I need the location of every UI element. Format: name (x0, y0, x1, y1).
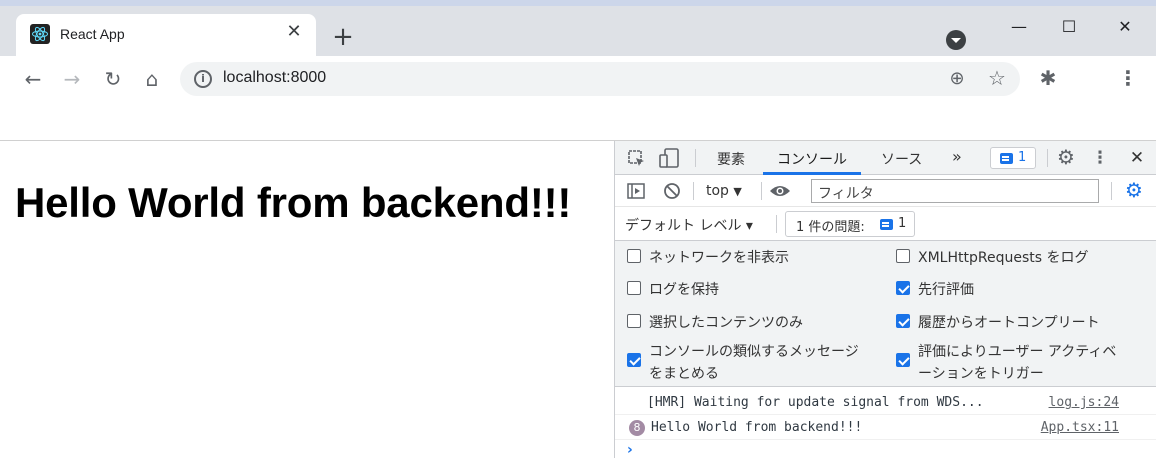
back-icon[interactable]: ← (18, 64, 48, 94)
tab-strip: React App ✕ + — ☐ ✕ (0, 0, 1156, 56)
issues-counter: 1 (1018, 150, 1027, 165)
page-heading: Hello World from backend!!! (15, 179, 572, 226)
setting-label-line-1: 評価によりユーザー アクティベ (918, 344, 1117, 360)
console-levels-bar: デフォルト レベル ▾ 1 件の問題: 1 (615, 207, 1156, 241)
message-text: Hello World from backend!!! (651, 420, 863, 435)
tab-separator (695, 149, 696, 167)
checkbox[interactable] (896, 314, 910, 328)
setting-label-line-1: コンソールの類似するメッセージ (649, 344, 859, 360)
tab-elements[interactable]: 要素 (717, 149, 745, 169)
tab-sources[interactable]: ソース (881, 149, 922, 169)
context-selector[interactable]: top ▼ (706, 183, 742, 199)
setting-label: XMLHttpRequests をログ (918, 250, 1089, 266)
setting-label: 履歴からオートコンプリート (918, 315, 1100, 331)
extensions-icon[interactable]: ✱ (1036, 66, 1060, 90)
inspect-element-icon[interactable] (627, 149, 647, 169)
console-prompt-icon[interactable]: › (627, 442, 633, 458)
reload-icon[interactable]: ↻ (98, 64, 128, 94)
console-message: [HMR] Waiting for update signal from WDS… (615, 390, 1156, 415)
toolbar-separator (776, 215, 777, 233)
repeat-count-badge: 8 (629, 420, 645, 436)
issues-counter-button[interactable]: 1 (990, 147, 1036, 169)
console-settings-gear-icon[interactable]: ⚙ (1123, 180, 1145, 200)
filter-placeholder: フィルタ (818, 186, 874, 202)
site-info-icon[interactable]: i (194, 70, 212, 88)
address-bar[interactable]: i localhost:8000 ⊕ ☆ (180, 62, 1020, 96)
settings-gear-icon[interactable]: ⚙ (1055, 147, 1077, 167)
checkbox[interactable] (627, 249, 641, 263)
devtools-panel: 要素 コンソール ソース » 1 ⚙ ⋮ ✕ top ▼ フィルタ ⚙ デフォル… (614, 141, 1156, 458)
setting-label: 先行評価 (918, 282, 974, 298)
react-logo-icon (30, 24, 50, 44)
more-menu-icon[interactable]: ⋮ (1116, 66, 1140, 90)
checkbox[interactable] (896, 249, 910, 263)
checkbox[interactable] (627, 353, 641, 367)
checkbox[interactable] (627, 281, 641, 295)
setting-label: ネットワークを非表示 (649, 250, 789, 266)
forward-icon[interactable]: → (57, 64, 87, 94)
devtools-menu-icon[interactable]: ⋮ (1091, 148, 1109, 168)
bookmark-star-icon[interactable]: ☆ (986, 67, 1008, 89)
close-window-button[interactable]: ✕ (1102, 12, 1148, 42)
url-text[interactable]: localhost:8000 (223, 69, 326, 87)
setting-label: 選択したコンテンツのみ (649, 315, 803, 331)
message-icon (880, 219, 893, 230)
console-toolbar: top ▼ フィルタ ⚙ (615, 175, 1156, 207)
new-tab-button[interactable]: + (330, 24, 356, 50)
more-tabs-icon[interactable]: » (952, 147, 962, 166)
chevron-down-icon: ▼ (733, 185, 742, 198)
device-toolbar-icon[interactable] (659, 148, 681, 168)
page-viewport: Hello World from backend!!! (0, 141, 614, 458)
console-filter-input[interactable]: フィルタ (811, 179, 1099, 203)
console-settings-pane: ネットワークを非表示 XMLHttpRequests をログ ログを保持 先行評… (615, 241, 1156, 387)
clear-console-icon[interactable] (663, 182, 681, 200)
browser-toolbar: ← → ↻ ⌂ i localhost:8000 ⊕ ☆ ✱ ⋮ (0, 56, 1156, 102)
checkbox[interactable] (896, 281, 910, 295)
live-expression-eye-icon[interactable] (769, 183, 791, 199)
message-icon (1000, 153, 1013, 164)
setting-label: ログを保持 (649, 282, 719, 298)
source-link[interactable]: App.tsx:11 (1041, 420, 1119, 435)
close-devtools-icon[interactable]: ✕ (1127, 148, 1147, 168)
context-value: top (706, 183, 729, 199)
issues-button[interactable]: 1 件の問題: 1 (785, 211, 915, 237)
log-levels-dropdown[interactable]: デフォルト レベル ▾ (625, 215, 753, 235)
checkbox[interactable] (627, 314, 641, 328)
devtools-tabbar: 要素 コンソール ソース » 1 ⚙ ⋮ ✕ (615, 141, 1156, 175)
toolbar-separator (761, 182, 762, 200)
browser-tab[interactable]: React App ✕ (16, 14, 316, 56)
issues-label: 1 件の問題: (796, 220, 865, 235)
maximize-button[interactable]: ☐ (1046, 12, 1092, 42)
source-link[interactable]: log.js:24 (1049, 395, 1119, 410)
tab-title: React App (60, 26, 125, 42)
setting-label-line-2: ーションをトリガー (918, 366, 1044, 382)
show-sidebar-icon[interactable] (627, 182, 645, 200)
toolbar-separator (693, 182, 694, 200)
checkbox[interactable] (896, 353, 910, 367)
tab-close-icon[interactable]: ✕ (284, 22, 304, 42)
home-icon[interactable]: ⌂ (137, 64, 167, 94)
minimize-button[interactable]: — (996, 12, 1042, 42)
tab-console[interactable]: コンソール (777, 149, 847, 169)
tab-separator (1047, 149, 1048, 167)
setting-label-line-2: をまとめる (649, 366, 719, 382)
issues-count: 1 (898, 216, 907, 231)
console-message: 8 Hello World from backend!!! App.tsx:11 (615, 415, 1156, 440)
zoom-icon[interactable]: ⊕ (946, 68, 968, 90)
message-text: [HMR] Waiting for update signal from WDS… (647, 395, 984, 410)
console-messages: [HMR] Waiting for update signal from WDS… (615, 388, 1156, 458)
toolbar-separator (1111, 182, 1112, 200)
tab-search-icon[interactable] (946, 30, 966, 50)
